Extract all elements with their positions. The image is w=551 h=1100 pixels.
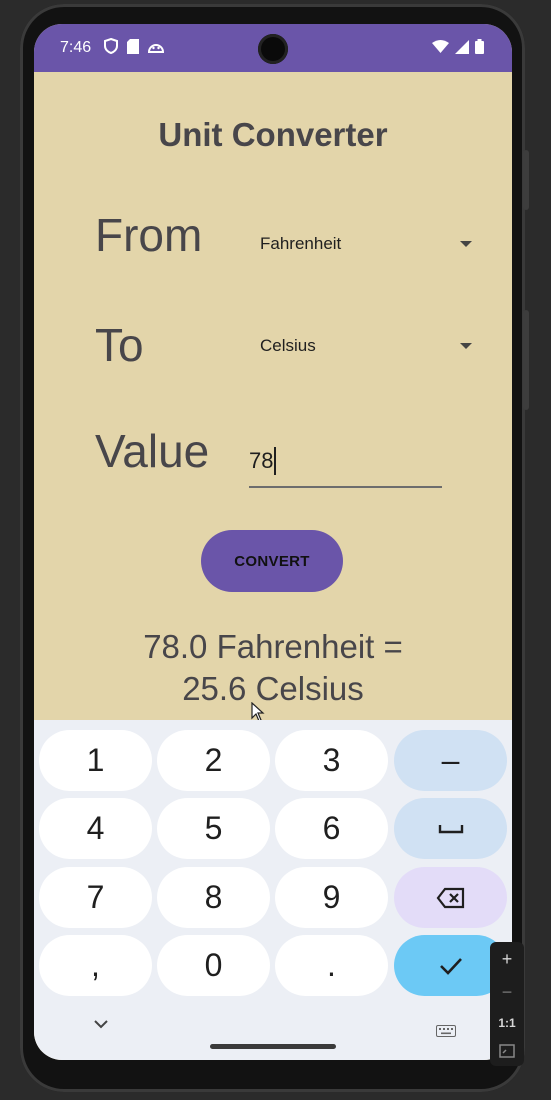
to-label: To — [95, 319, 144, 371]
side-button-volume — [523, 310, 529, 410]
mouse-pointer-icon — [251, 702, 265, 722]
status-bar: 7:46 — [34, 24, 512, 72]
page-title: Unit Converter — [158, 116, 388, 153]
key-6[interactable]: 6 — [275, 798, 388, 859]
value-input[interactable]: 78 — [249, 436, 442, 488]
text-cursor — [274, 447, 277, 475]
emulator-zoom-controls: + − 1:1 — [490, 942, 524, 1066]
key-backspace[interactable] — [394, 867, 507, 928]
key-4[interactable]: 4 — [39, 798, 152, 859]
key-2[interactable]: 2 — [157, 730, 270, 791]
signal-icon — [455, 39, 469, 54]
from-unit-dropdown[interactable]: Fahrenheit — [260, 224, 474, 264]
value-label: Value — [95, 425, 210, 477]
sd-card-icon — [127, 38, 139, 54]
key-1[interactable]: 1 — [39, 730, 152, 791]
key-7[interactable]: 7 — [39, 867, 152, 928]
side-button-power — [523, 150, 529, 210]
key-comma[interactable]: , — [39, 935, 152, 996]
convert-button[interactable]: CONVERT — [201, 530, 343, 592]
key-9[interactable]: 9 — [275, 867, 388, 928]
wifi-icon — [432, 40, 449, 53]
zoom-in-button[interactable]: + — [502, 950, 513, 968]
key-5[interactable]: 5 — [157, 798, 270, 859]
actual-size-button[interactable]: 1:1 — [498, 1017, 515, 1029]
checkmark-icon — [439, 957, 462, 975]
zoom-out-button[interactable]: − — [502, 983, 513, 1001]
status-time: 7:46 — [60, 39, 92, 56]
conversion-result: 78.0 Fahrenheit = 25.6 Celsius — [34, 626, 512, 710]
chevron-down-icon[interactable] — [94, 1020, 108, 1029]
value-input-text: 78 — [249, 448, 274, 473]
key-minus[interactable]: – — [394, 730, 507, 791]
shield-icon — [104, 38, 118, 54]
backspace-icon — [436, 887, 464, 908]
result-line-1: 78.0 Fahrenheit = — [143, 628, 403, 665]
keyboard-icon[interactable] — [436, 1025, 456, 1037]
key-period[interactable]: . — [275, 935, 388, 996]
status-icons-left — [104, 38, 164, 54]
from-label: From — [95, 209, 203, 261]
key-space[interactable] — [394, 798, 507, 859]
gesture-home-bar[interactable] — [210, 1044, 336, 1049]
from-unit-value: Fahrenheit — [260, 234, 342, 253]
status-icons-right — [432, 39, 484, 54]
space-bar-icon — [438, 824, 463, 833]
dropdown-arrow-icon — [460, 241, 472, 247]
android-icon — [148, 44, 164, 53]
battery-icon — [475, 39, 484, 54]
key-3[interactable]: 3 — [275, 730, 388, 791]
to-unit-dropdown[interactable]: Celsius — [260, 326, 474, 366]
phone-screen: 7:46 Unit Converter From Fahrenheit To C… — [34, 24, 512, 1060]
key-0[interactable]: 0 — [157, 935, 270, 996]
fit-screen-icon[interactable] — [499, 1044, 515, 1058]
to-unit-value: Celsius — [260, 336, 316, 355]
numeric-keyboard: 1 2 3 – 4 5 6 7 8 9 , 0 . — [34, 720, 512, 1060]
dropdown-arrow-icon — [460, 343, 472, 349]
result-line-2: 25.6 Celsius — [182, 670, 364, 707]
front-camera — [258, 34, 288, 64]
key-8[interactable]: 8 — [157, 867, 270, 928]
